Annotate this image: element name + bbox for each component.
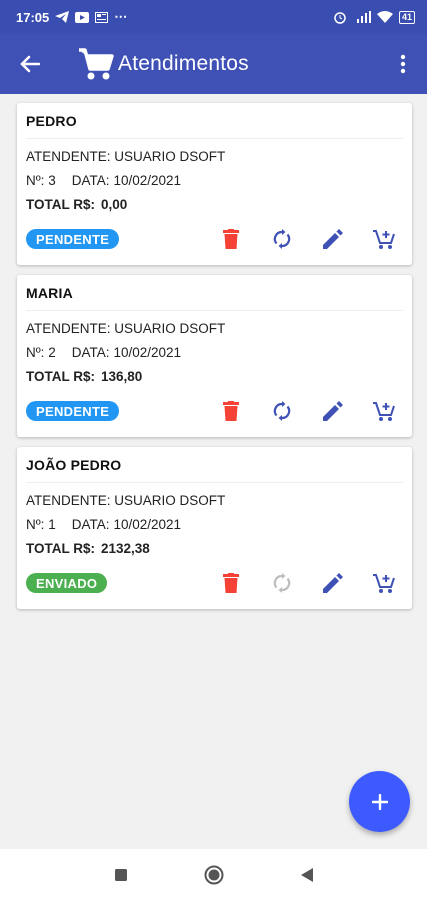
status-badge: PENDENTE (26, 401, 120, 421)
sync-button[interactable] (256, 225, 307, 253)
delete-button[interactable] (205, 397, 256, 425)
order-list: PEDRO ATENDENTE: USUARIO DSOFT Nº: 3 DATA… (17, 103, 412, 619)
date-label: DATA: (71, 173, 110, 188)
back-button[interactable] (0, 34, 60, 94)
order-card[interactable]: PEDRO ATENDENTE: USUARIO DSOFT Nº: 3 DATA… (17, 103, 412, 265)
battery-icon: 41 (398, 10, 415, 24)
edit-button[interactable] (307, 397, 358, 425)
edit-button[interactable] (307, 569, 358, 597)
more-vert-icon (400, 54, 406, 74)
delete-button[interactable] (205, 569, 256, 597)
edit-button[interactable] (307, 225, 358, 253)
news-icon (95, 11, 109, 23)
total-value: 2132,38 (101, 541, 150, 556)
plus-icon (371, 793, 388, 810)
attendant-label: ATENDENTE: (26, 321, 111, 336)
total-value: 136,80 (101, 369, 143, 384)
shopping-cart-icon (79, 48, 114, 80)
sync-icon (273, 573, 290, 593)
trash-icon (222, 573, 239, 593)
divider (26, 310, 403, 311)
divider (26, 482, 403, 483)
youtube-icon (75, 11, 90, 23)
wifi-icon (376, 11, 393, 23)
cart-plus-icon (372, 402, 395, 421)
attendant-label: ATENDENTE: (26, 149, 111, 164)
number-value: 2 (48, 345, 56, 360)
total-value: 0,00 (101, 197, 128, 212)
app-logo (78, 47, 114, 81)
add-item-button[interactable] (358, 569, 409, 597)
sync-icon (273, 401, 290, 421)
sync-icon (273, 229, 290, 249)
sync-button[interactable] (256, 397, 307, 425)
total-label: TOTAL R$: (26, 541, 96, 556)
cart-plus-icon (372, 230, 395, 249)
sync-button-disabled (256, 569, 307, 597)
more-notifications-icon: ⋯ (114, 9, 128, 24)
add-order-fab[interactable] (349, 771, 410, 832)
cart-plus-icon (372, 574, 395, 593)
app-bar: Atendimentos (0, 34, 427, 94)
total-label: TOTAL R$: (26, 369, 96, 384)
attendant-label: ATENDENTE: (26, 493, 111, 508)
number-label: Nº: (26, 173, 45, 188)
telegram-icon (55, 11, 70, 23)
pencil-icon (322, 573, 343, 593)
page-title: Atendimentos (118, 52, 249, 75)
number-value: 3 (48, 173, 56, 188)
attendant-value: USUARIO DSOFT (114, 321, 226, 336)
status-badge: PENDENTE (26, 229, 120, 249)
home-icon[interactable] (204, 865, 224, 885)
order-card[interactable]: JOÃO PEDRO ATENDENTE: USUARIO DSOFT Nº: … (17, 447, 412, 609)
add-item-button[interactable] (358, 397, 409, 425)
alarm-icon (334, 12, 346, 24)
divider (26, 138, 403, 139)
total-label: TOTAL R$: (26, 197, 96, 212)
trash-icon (222, 229, 239, 249)
order-card[interactable]: MARIA ATENDENTE: USUARIO DSOFT Nº: 2 DATA… (17, 275, 412, 437)
system-nav-bar (0, 849, 427, 900)
back-nav-icon[interactable] (300, 867, 314, 883)
date-label: DATA: (71, 345, 110, 360)
recent-apps-icon[interactable] (114, 868, 128, 882)
date-value: 10/02/2021 (113, 173, 182, 188)
customer-name: PEDRO (26, 113, 77, 129)
customer-name: JOÃO PEDRO (26, 457, 122, 473)
pencil-icon (322, 229, 343, 249)
add-item-button[interactable] (358, 225, 409, 253)
status-time: 17:05 (16, 9, 50, 25)
number-value: 1 (48, 517, 56, 532)
customer-name: MARIA (26, 285, 73, 301)
trash-icon (222, 401, 239, 421)
overflow-menu-button[interactable] (379, 34, 427, 94)
date-value: 10/02/2021 (113, 345, 182, 360)
arrow-left-icon (20, 55, 40, 73)
status-bar: 17:05 ⋯ 41 (0, 0, 427, 34)
attendant-value: USUARIO DSOFT (114, 149, 226, 164)
status-badge: ENVIADO (26, 573, 108, 593)
number-label: Nº: (26, 517, 45, 532)
date-label: DATA: (71, 517, 110, 532)
number-label: Nº: (26, 345, 45, 360)
attendant-value: USUARIO DSOFT (114, 493, 226, 508)
date-value: 10/02/2021 (113, 517, 182, 532)
signal-icon (356, 11, 371, 23)
delete-button[interactable] (205, 225, 256, 253)
pencil-icon (322, 401, 343, 421)
